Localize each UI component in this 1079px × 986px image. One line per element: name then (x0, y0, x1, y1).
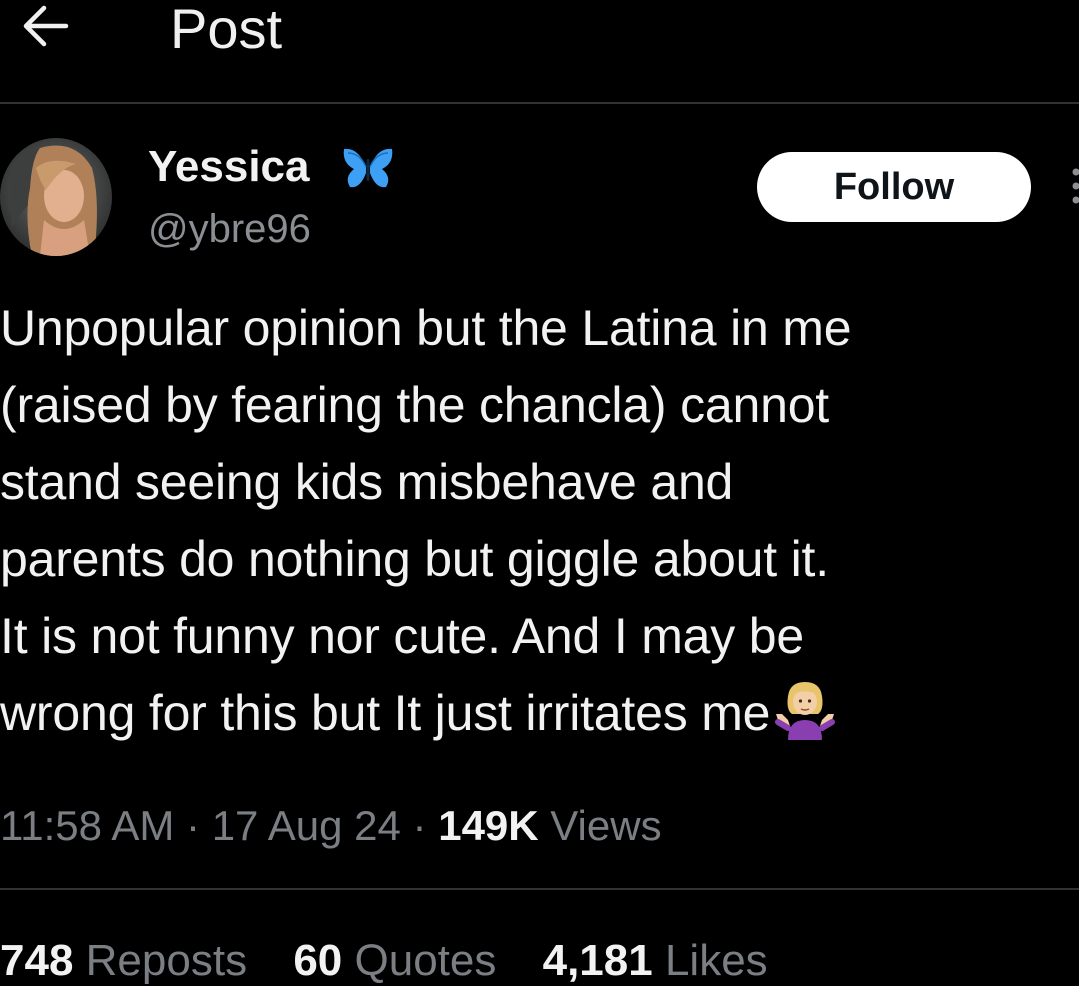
post-text-line: stand seeing kids misbehave and (0, 454, 734, 510)
post-text-line: wrong for this but It just irritates me (0, 685, 771, 741)
post-text-line: It is not funny nor cute. And I may be (0, 608, 804, 664)
post-text: Unpopular opinion but the Latina in me (… (0, 290, 1079, 752)
post-meta: 11:58 AM · 17 Aug 24 · 149K Views (0, 800, 662, 852)
meta-divider (0, 888, 1079, 890)
quotes-stat[interactable]: 60 Quotes (293, 936, 496, 985)
page-title: Post (170, 0, 283, 60)
post-page: Post Yessica @ybre96 Follow Unpopular op… (0, 0, 1079, 986)
avatar[interactable] (0, 138, 112, 256)
meta-separator: · (186, 802, 201, 849)
header: Post (0, 0, 1079, 104)
views-label: Views (550, 802, 662, 849)
header-divider (0, 102, 1079, 104)
quotes-label: Quotes (354, 936, 497, 985)
post-text-line: Unpopular opinion but the Latina in me (0, 300, 852, 356)
likes-count: 4,181 (542, 936, 653, 985)
post-text-line: parents do nothing but giggle about it. (0, 531, 829, 587)
likes-label: Likes (664, 936, 768, 985)
post-time[interactable]: 11:58 AM (0, 802, 174, 849)
arrow-left-icon[interactable] (14, 0, 74, 56)
quotes-count: 60 (293, 936, 343, 985)
post-text-line: (raised by fearing the chancla) cannot (0, 377, 829, 433)
butterfly-emoji-icon (340, 143, 396, 193)
post-date[interactable]: 17 Aug 24 (212, 802, 401, 849)
author-display-name[interactable]: Yessica (148, 142, 310, 192)
likes-stat[interactable]: 4,181 Likes (543, 936, 768, 985)
meta-separator: · (412, 802, 427, 849)
post-text-last-line: wrong for this but It just irritates me (0, 675, 1079, 752)
engagement-stats: 748 Reposts 60 Quotes 4,181 Likes (0, 935, 802, 986)
reposts-stat[interactable]: 748 Reposts (0, 936, 247, 985)
views-count: 149K (438, 802, 539, 849)
woman-shrugging-emoji-icon (774, 680, 836, 740)
author-handle[interactable]: @ybre96 (148, 205, 311, 253)
reposts-label: Reposts (85, 936, 248, 985)
follow-button[interactable]: Follow (757, 152, 1031, 222)
more-options-icon[interactable] (1068, 166, 1079, 206)
reposts-count: 748 (0, 936, 74, 985)
